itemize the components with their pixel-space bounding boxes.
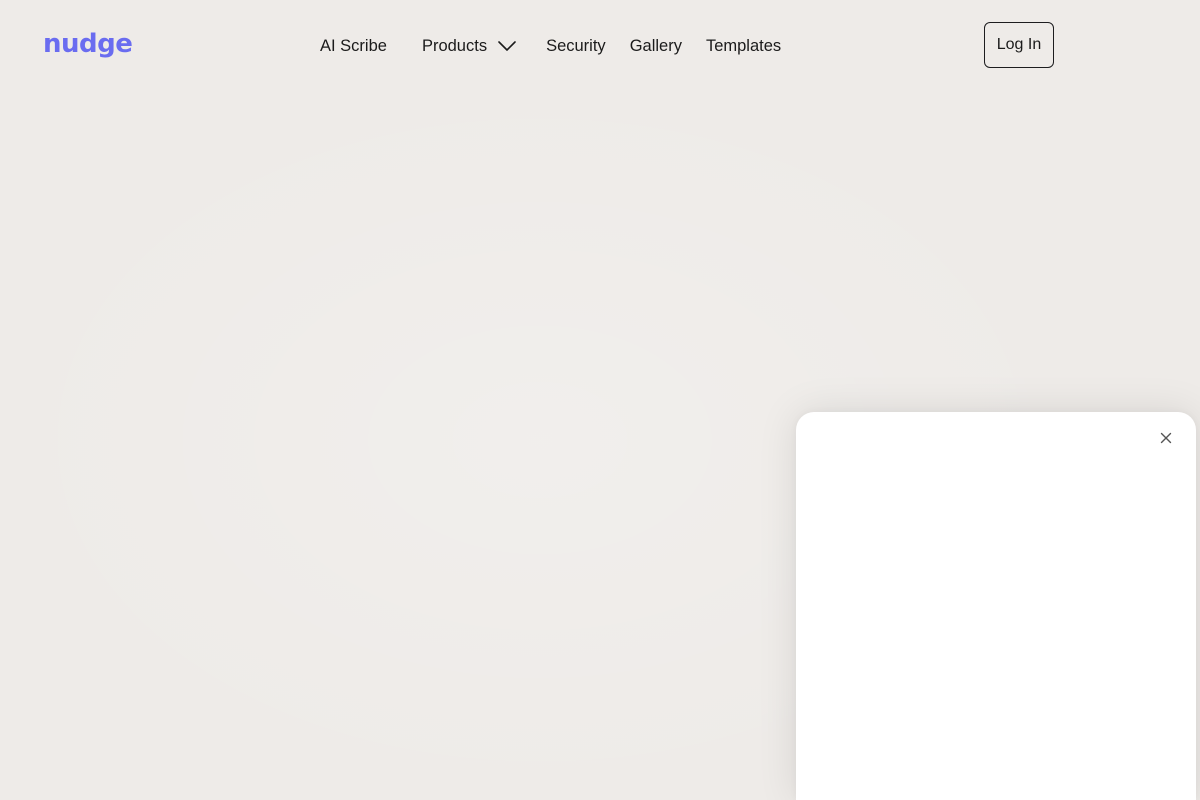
nav-gallery[interactable]: Gallery bbox=[630, 34, 682, 58]
nav-ai-scribe[interactable]: AI Scribe bbox=[320, 34, 387, 58]
close-icon bbox=[1160, 432, 1172, 444]
chevron-down-icon bbox=[498, 41, 516, 51]
nav-products-label: Products bbox=[421, 37, 488, 55]
site-header: nudge AI Scribe Products Security Galler… bbox=[0, 0, 1200, 92]
login-button[interactable]: Log In bbox=[984, 22, 1054, 68]
nav-products[interactable]: Products bbox=[422, 34, 517, 58]
nav-templates[interactable]: Templates bbox=[706, 34, 781, 58]
main-nav: AI Scribe Products Security Gallery Temp… bbox=[320, 34, 781, 58]
nav-security[interactable]: Security bbox=[546, 34, 606, 58]
popup-close-button[interactable] bbox=[1158, 430, 1174, 446]
logo[interactable]: nudge bbox=[43, 28, 133, 60]
chat-popup-panel bbox=[796, 412, 1196, 800]
